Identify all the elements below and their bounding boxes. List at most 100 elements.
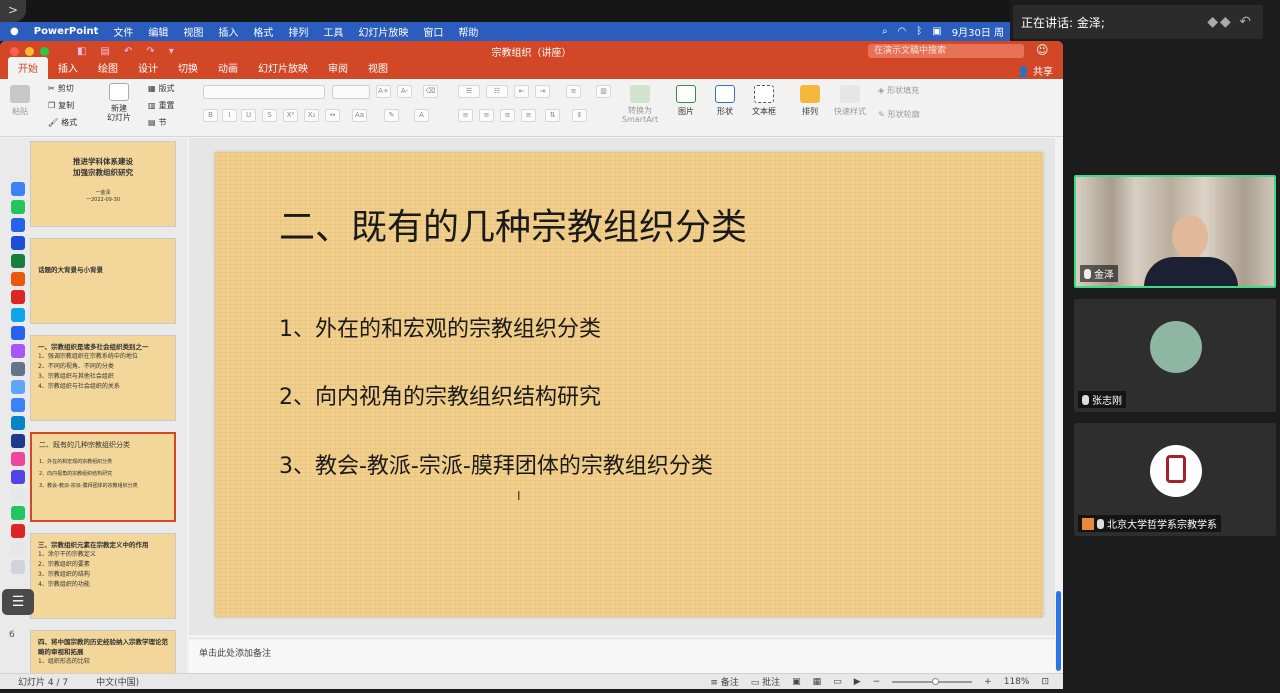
- app-icon[interactable]: [11, 488, 25, 502]
- align-left-icon[interactable]: ≡: [458, 109, 473, 122]
- slide-thumbnail-3[interactable]: 一、宗教组织是诸多社会组织类别之一 1、强调宗教组织在宗教系统中的地位 2、不同…: [30, 335, 176, 421]
- bold-icon[interactable]: B: [203, 109, 218, 122]
- save-icon[interactable]: ▤: [100, 46, 109, 57]
- browser-icon[interactable]: [11, 218, 25, 232]
- tencent-meeting-icon[interactable]: [11, 308, 25, 322]
- bullets-icon[interactable]: ☰: [458, 85, 480, 98]
- decrease-font-icon[interactable]: A-: [397, 85, 412, 98]
- tab-review[interactable]: 审阅: [318, 60, 358, 79]
- copy-button[interactable]: ❐ 复制: [48, 100, 74, 111]
- slide-thumbnail-2[interactable]: 话题的大背景与小背景: [30, 238, 176, 324]
- menu-help[interactable]: 帮助: [458, 24, 478, 39]
- columns-icon[interactable]: ▥: [596, 85, 611, 98]
- zoom-out-icon[interactable]: −: [873, 677, 881, 687]
- highlight-icon[interactable]: ✎: [384, 109, 399, 122]
- slide-thumbnail-6[interactable]: 四、将中国宗教的历史经验纳入宗教学理论范畴的审视和拓展 1、组织形态的比较: [30, 630, 176, 674]
- slide-item-2[interactable]: 2、向内视角的宗教组织结构研究: [279, 379, 601, 411]
- slide-thumbnail-1[interactable]: 推进学科体系建设 加强宗教组织研究 一金泽 一2022-09-30: [30, 141, 176, 227]
- shape-fill-button[interactable]: ◈ 形状填充: [878, 85, 919, 96]
- apple-icon[interactable]: ●: [10, 26, 19, 37]
- zoom-in-icon[interactable]: +: [984, 677, 992, 687]
- share-button[interactable]: 👤 共享: [1017, 63, 1053, 78]
- tab-transitions[interactable]: 切换: [168, 60, 208, 79]
- slide-sorter-icon[interactable]: ▦: [813, 677, 822, 687]
- numbering-icon[interactable]: ☷: [486, 85, 508, 98]
- slide-title[interactable]: 二、既有的几种宗教组织分类: [279, 198, 747, 250]
- align-center-icon[interactable]: ≡: [479, 109, 494, 122]
- menu-format[interactable]: 格式: [253, 24, 273, 39]
- tab-design[interactable]: 设计: [128, 60, 168, 79]
- font-size-select[interactable]: [332, 85, 370, 99]
- wifi-icon[interactable]: ◠: [898, 26, 907, 37]
- undo-icon[interactable]: ◆◆ ↶: [1207, 14, 1263, 30]
- pdf-icon[interactable]: [11, 524, 25, 538]
- change-case-icon[interactable]: Aa: [352, 109, 367, 122]
- zoom-slider[interactable]: [892, 677, 973, 685]
- tab-draw[interactable]: 绘图: [88, 60, 128, 79]
- tab-animations[interactable]: 动画: [208, 60, 248, 79]
- messages-icon[interactable]: [11, 506, 25, 520]
- slide-thumbnail-5[interactable]: 三、宗教组织元素在宗教定义中的作用 1、涂尔干的宗教定义 2、宗教组织的要素 3…: [30, 533, 176, 619]
- search-icon[interactable]: ⌕: [882, 26, 888, 37]
- finder-icon[interactable]: [11, 182, 25, 196]
- app-icon[interactable]: [11, 290, 25, 304]
- launchpad-icon[interactable]: [11, 344, 25, 358]
- new-slide-button[interactable]: 新建 幻灯片: [107, 83, 131, 122]
- language-status[interactable]: 中文(中国): [96, 675, 139, 688]
- redo-icon[interactable]: ↷: [146, 46, 154, 57]
- superscript-icon[interactable]: X²: [283, 109, 298, 122]
- close-window-button[interactable]: [10, 46, 19, 56]
- video-tile-3[interactable]: 北京大学哲学系宗教学系: [1074, 423, 1276, 536]
- tab-view[interactable]: 视图: [358, 60, 398, 79]
- notes-field[interactable]: 单击此处添加备注: [189, 638, 1055, 673]
- paste-button[interactable]: 粘贴: [10, 85, 30, 117]
- convert-smartart-button[interactable]: 转换为 SmartArt: [622, 85, 658, 124]
- line-spacing-icon[interactable]: ≡: [566, 85, 581, 98]
- undo-icon[interactable]: ↶: [124, 46, 132, 57]
- app-icon[interactable]: [11, 470, 25, 484]
- minimize-window-button[interactable]: [25, 46, 34, 56]
- slideshow-view-icon[interactable]: ▶: [854, 677, 861, 687]
- align-text-icon[interactable]: ⇕: [572, 109, 587, 122]
- menu-insert[interactable]: 插入: [218, 24, 238, 39]
- increase-font-icon[interactable]: A+: [376, 85, 391, 98]
- menu-slideshow[interactable]: 幻灯片放映: [358, 24, 408, 39]
- menu-list-icon[interactable]: ☰: [2, 589, 34, 615]
- tab-home[interactable]: 开始: [8, 57, 48, 79]
- tab-slideshow[interactable]: 幻灯片放映: [248, 60, 318, 79]
- app-store-icon[interactable]: [11, 398, 25, 412]
- quick-styles-button[interactable]: 快速样式: [834, 85, 866, 117]
- font-name-select[interactable]: [203, 85, 325, 99]
- font-color-icon[interactable]: A: [414, 109, 429, 122]
- section-button[interactable]: ▤ 节: [148, 117, 167, 128]
- slide-item-1[interactable]: 1、外在的和宏观的宗教组织分类: [279, 311, 601, 343]
- excel-icon[interactable]: [11, 254, 25, 268]
- slide-item-3[interactable]: 3、教会-教派-宗派-膜拜团体的宗教组织分类: [279, 448, 713, 480]
- notes-toggle[interactable]: ≡ 备注: [710, 675, 738, 688]
- menu-app-name[interactable]: PowerPoint: [34, 26, 99, 37]
- slide-thumbnail-4[interactable]: 二、既有的几种宗教组织分类 1、外在的和宏观的宗教组织分类 2、向内视角的宗教组…: [30, 432, 176, 522]
- fit-to-window-icon[interactable]: ⊡: [1041, 677, 1049, 687]
- strikethrough-icon[interactable]: S: [262, 109, 277, 122]
- vertical-scrollbar[interactable]: [1056, 591, 1061, 671]
- menu-arrange[interactable]: 排列: [288, 24, 308, 39]
- app-icon[interactable]: [11, 326, 25, 340]
- sidebar-toggle-icon[interactable]: ◧: [77, 46, 86, 57]
- menubar-clock[interactable]: 9月30日 周: [952, 24, 1004, 39]
- format-painter-button[interactable]: 🖌 格式: [48, 117, 77, 128]
- trash-icon[interactable]: [11, 560, 25, 574]
- clear-format-icon[interactable]: ⌫: [423, 85, 438, 98]
- powerpoint-icon[interactable]: [11, 272, 25, 286]
- layout-button[interactable]: ▦ 版式: [148, 83, 175, 94]
- menu-file[interactable]: 文件: [113, 24, 133, 39]
- shape-outline-button[interactable]: ✎ 形状轮廓: [878, 109, 920, 120]
- menu-edit[interactable]: 编辑: [148, 24, 168, 39]
- underline-icon[interactable]: U: [241, 109, 256, 122]
- menu-window[interactable]: 窗口: [423, 24, 443, 39]
- arrange-button[interactable]: 排列: [800, 85, 820, 117]
- app-icon[interactable]: [11, 362, 25, 376]
- video-tile-2[interactable]: 张志刚: [1074, 299, 1276, 412]
- outdent-icon[interactable]: ⇤: [514, 85, 529, 98]
- cut-button[interactable]: ✂ 剪切: [48, 83, 74, 94]
- bluetooth-icon[interactable]: ᛒ: [916, 26, 922, 37]
